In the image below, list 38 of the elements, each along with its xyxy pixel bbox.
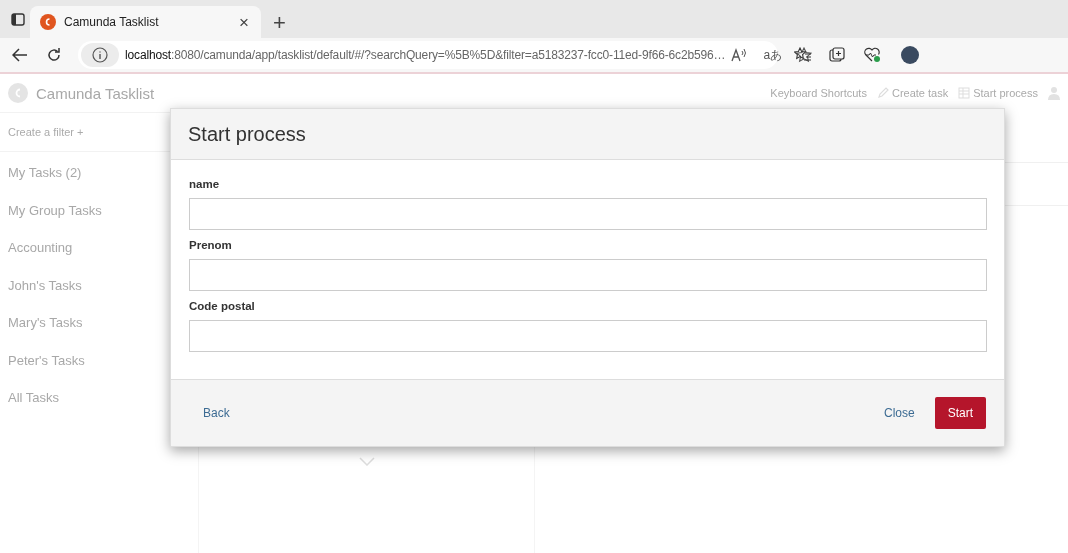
sidebar-icon bbox=[11, 12, 25, 26]
close-button[interactable]: Close bbox=[869, 400, 929, 426]
input-field[interactable] bbox=[189, 198, 987, 230]
filter-item[interactable]: My Group Tasks bbox=[0, 191, 110, 229]
input-field[interactable] bbox=[189, 320, 987, 352]
filter-item[interactable]: Accounting bbox=[0, 229, 81, 267]
favicon-icon bbox=[40, 14, 56, 30]
new-tab-button[interactable]: + bbox=[267, 12, 292, 34]
read-aloud-icon[interactable] bbox=[731, 48, 748, 62]
table-icon bbox=[958, 87, 971, 99]
filter-item[interactable]: John's Tasks bbox=[0, 266, 90, 304]
browser-tab[interactable]: Camunda Tasklist × bbox=[30, 6, 261, 38]
field-label: name bbox=[189, 178, 221, 190]
field-label: Prenom bbox=[189, 239, 233, 251]
filter-item[interactable]: All Tasks bbox=[0, 379, 68, 417]
close-tab-button[interactable]: × bbox=[237, 13, 251, 31]
health-icon[interactable] bbox=[863, 47, 881, 63]
reload-icon bbox=[46, 47, 62, 63]
filter-item[interactable]: Mary's Tasks bbox=[0, 304, 91, 342]
nav-link[interactable]: Keyboard Shortcuts bbox=[770, 87, 867, 99]
back-button[interactable]: Back bbox=[189, 400, 244, 426]
app-logo-icon bbox=[8, 83, 28, 103]
back-arrow-icon bbox=[12, 48, 28, 62]
app-title: Camunda Tasklist bbox=[36, 84, 156, 102]
input-field[interactable] bbox=[189, 259, 987, 291]
nav-link[interactable]: Start process bbox=[958, 87, 1038, 99]
start-button[interactable]: Start bbox=[934, 397, 986, 429]
filter-item[interactable]: Peter's Tasks bbox=[0, 341, 93, 379]
nav-link[interactable]: Create task bbox=[876, 87, 949, 99]
profile-avatar[interactable] bbox=[901, 46, 919, 64]
site-info-button[interactable] bbox=[81, 43, 119, 67]
filter-item[interactable]: My Tasks (2) bbox=[0, 154, 90, 192]
pencil-icon bbox=[876, 87, 889, 99]
collections-icon[interactable] bbox=[829, 47, 845, 63]
field-label: Code postal bbox=[189, 300, 256, 312]
url-text: localhost:8080/camunda/app/tasklist/default/#/?searchQuery=%5B%5D&filter=a5183237-fcc0-11ed-9f66-6c2b596… bbox=[125, 48, 726, 62]
info-icon bbox=[92, 47, 108, 63]
tab-title: Camunda Tasklist bbox=[64, 15, 160, 29]
